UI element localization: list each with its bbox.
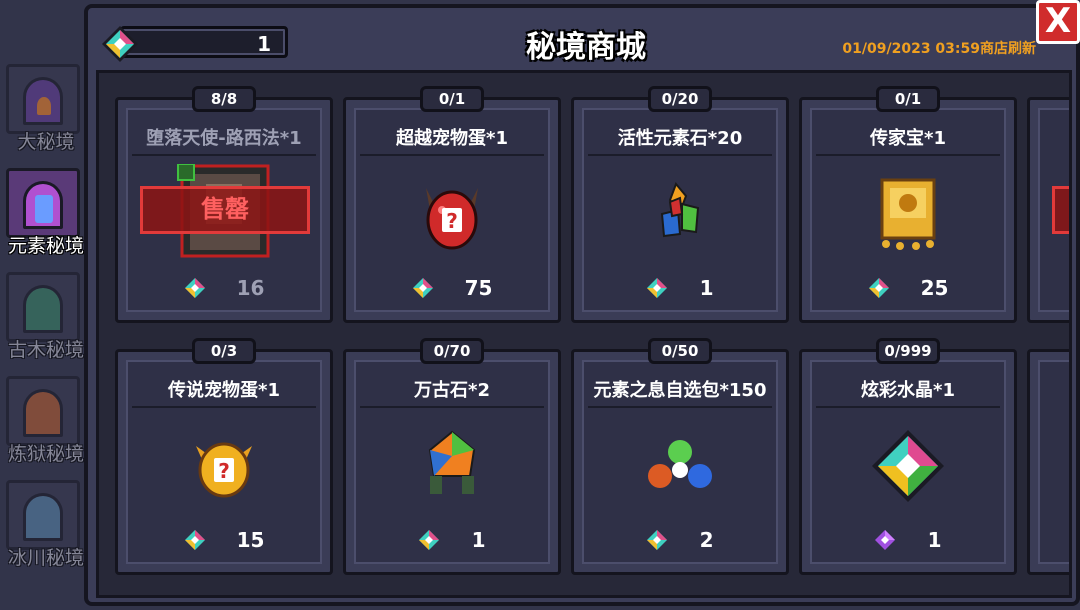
element-breath-pack-icon [640,426,720,506]
stock-counter: 8/8 [192,86,256,112]
element-stones-icon [640,174,720,254]
shop-item-card[interactable]: 0/50 元素之息自选包*150 2 [571,338,789,575]
item-price: 16 [118,276,330,300]
divider [360,154,544,156]
item-name: 传家宝*1 [870,128,946,149]
dungeon-door-icon [6,64,80,134]
shop-item-card[interactable]: 0/999 炫彩水晶*1 1 [799,338,1017,575]
realm-sidebar: 大秘境 元素秘境 古木秘境 炼狱秘境 冰川秘境 [0,58,92,610]
divider [588,154,772,156]
crystal-currency-icon [868,278,889,298]
item-price: 1 [574,276,786,300]
shop-item-card-partial[interactable] [1027,97,1069,323]
shop-item-card[interactable]: 0/1 超越宠物蛋*1 ? 75 [343,86,561,323]
item-price: 1 [802,528,1014,552]
crystal-currency-icon [412,278,433,298]
item-name: 炫彩水晶*1 [861,380,955,401]
svg-text:?: ? [218,459,230,483]
item-name: 超越宠物蛋*1 [396,128,508,149]
glacier-portal-icon [6,480,80,550]
dazzle-crystal-icon [868,426,948,506]
element-portal-icon [6,168,80,238]
sold-out-stamp [1052,186,1069,234]
item-name: 元素之息自选包*150 [593,380,767,401]
stock-counter: 0/3 [192,338,256,364]
shop-item-card[interactable]: 0/3 传说宠物蛋*1 ? 15 [115,338,333,575]
divider [132,154,316,156]
stock-counter: 0/1 [420,86,484,112]
shop-item-card[interactable]: 0/20 活性元素石*20 1 [571,86,789,323]
item-price: 2 [574,528,786,552]
divider [132,406,316,408]
crystal-currency-icon [184,278,205,298]
sidebar-item-inferno-realm[interactable]: 炼狱秘境 [0,370,90,470]
refresh-timer: 01/09/2023 03:59商店刷新 [842,41,1036,57]
eternal-stone-icon [412,426,492,506]
divider [588,406,772,408]
sidebar-item-great-realm[interactable]: 大秘境 [0,58,90,158]
item-price: 75 [346,276,558,300]
shop-item-card-partial[interactable] [1027,349,1069,575]
item-price: 1 [346,528,558,552]
transcend-pet-egg-icon: ? [412,174,492,254]
crystal-currency-icon [184,530,205,550]
item-name: 传说宠物蛋*1 [168,380,280,401]
sidebar-item-glacier-realm[interactable]: 冰川秘境 [0,474,90,574]
divider [816,406,1000,408]
shop-item-card[interactable]: 0/70 万古石*2 1 [343,338,561,575]
sold-out-stamp: 售罄 [140,186,310,234]
stock-counter: 0/50 [648,338,712,364]
item-grid: 8/8 堕落天使-路西法*1 售罄 16 0/1 超越宠物蛋*1 ? 75 0/… [96,70,1072,598]
crystal-currency-icon [419,530,440,550]
shop-item-card[interactable]: 0/1 传家宝*1 25 [799,86,1017,323]
inferno-portal-icon [6,376,80,446]
sidebar-item-element-realm[interactable]: 元素秘境 [0,162,90,262]
item-price: 15 [118,528,330,552]
shop-panel: 1 秘境商城 01/09/2023 03:59商店刷新 8/8 堕落天使-路西法… [84,4,1080,606]
shop-item-card[interactable]: 8/8 堕落天使-路西法*1 售罄 16 [115,86,333,323]
stock-counter: 0/1 [876,86,940,112]
sidebar-item-ancient-wood-realm[interactable]: 古木秘境 [0,266,90,366]
legend-pet-egg-icon: ? [184,426,264,506]
purple-crystal-icon [875,530,896,550]
item-name: 万古石*2 [414,380,490,401]
stock-counter: 0/20 [648,86,712,112]
crystal-currency-icon [647,278,668,298]
ancient-wood-portal-icon [6,272,80,342]
divider [816,154,1000,156]
stock-counter: 0/70 [420,338,484,364]
item-price: 25 [802,276,1014,300]
svg-text:?: ? [446,209,458,233]
heirloom-icon [868,174,948,254]
item-name: 活性元素石*20 [617,128,743,149]
item-name: 堕落天使-路西法*1 [146,128,302,149]
divider [360,406,544,408]
crystal-currency-icon [647,530,668,550]
close-button[interactable]: X [1036,0,1080,44]
stock-counter: 0/999 [876,338,940,364]
